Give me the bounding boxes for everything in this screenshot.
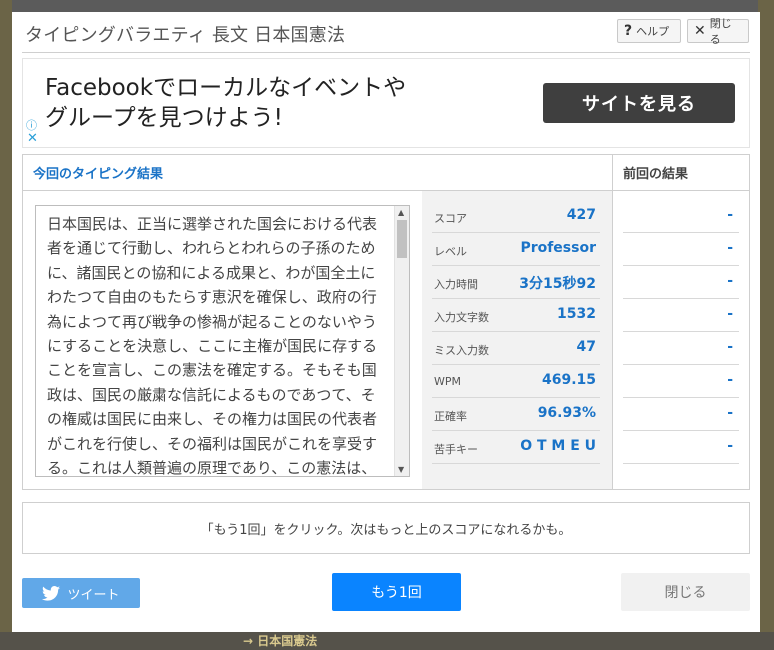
previous-row-time: -	[623, 266, 739, 299]
previous-row-level: -	[623, 233, 739, 266]
dialog-title: タイピングバラエティ 長文 日本国憲法	[25, 25, 346, 46]
ad-text-line2: グループを見つけよう!	[45, 105, 283, 131]
help-button-label: ヘルプ	[636, 25, 670, 38]
stat-row-level: レベル Professor	[432, 233, 600, 266]
close-top-button-label: 閉じる	[709, 17, 732, 46]
background-link: → 日本国憲法	[243, 634, 318, 648]
previous-results-header: 前回の結果	[612, 155, 749, 191]
stat-value: 47	[576, 339, 596, 355]
scroll-thumb[interactable]	[397, 220, 407, 258]
close-top-button[interactable]: ✕ 閉じる	[687, 17, 749, 46]
question-icon: ?	[624, 23, 633, 39]
scroll-up-arrow-icon[interactable]: ▲	[398, 208, 404, 217]
stat-label: ミス入力数	[434, 344, 489, 357]
previous-row-accuracy: -	[623, 398, 739, 431]
previous-value: -	[727, 405, 733, 421]
scroll-down-arrow-icon[interactable]: ▼	[398, 465, 404, 474]
background-page-right	[758, 0, 774, 650]
previous-row-weak-keys: -	[623, 431, 739, 464]
dialog-header: タイピングバラエティ 長文 日本国憲法 ? ヘルプ ✕ 閉じる	[12, 12, 760, 52]
typed-text-content: 日本国民は、正当に選挙された国会における代表 者を通じて行動し、われらとわれらの…	[47, 215, 378, 477]
stat-row-wpm: WPM 469.15	[432, 365, 600, 398]
stat-value: Professor	[520, 240, 596, 256]
header-divider	[22, 52, 750, 53]
typed-text-area: 日本国民は、正当に選挙された国会における代表 者を通じて行動し、われらとわれらの…	[23, 191, 422, 489]
current-results-header: 今回のタイピング結果	[23, 155, 612, 191]
stat-label: 入力文字数	[434, 311, 489, 324]
stat-value: 469.15	[541, 372, 596, 388]
stat-value: 1532	[557, 306, 596, 322]
stat-row-accuracy: 正確率 96.93%	[432, 398, 600, 431]
previous-row-char-count: -	[623, 299, 739, 332]
stat-row-char-count: 入力文字数 1532	[432, 299, 600, 332]
previous-row-miss-count: -	[623, 332, 739, 365]
result-dialog: タイピングバラエティ 長文 日本国憲法 ? ヘルプ ✕ 閉じる Facebook…	[12, 12, 760, 632]
stat-row-time: 入力時間 3分15秒92	[432, 266, 600, 299]
ad-visit-button[interactable]: サイトを見る	[543, 83, 735, 123]
ad-banner[interactable]: Facebookでローカルなイベントや グループを見つけよう! サイトを見る ⓘ…	[22, 58, 750, 148]
background-page-left	[0, 0, 12, 650]
tweet-button[interactable]: ツイート	[22, 578, 140, 608]
stat-label: レベル	[434, 245, 467, 258]
previous-results-heading: 前回の結果	[623, 167, 689, 182]
help-button[interactable]: ? ヘルプ	[617, 19, 681, 43]
previous-value: -	[727, 438, 733, 454]
ad-close-icon[interactable]: ✕	[27, 131, 38, 146]
stat-value: O T M E U	[520, 438, 596, 454]
background-page-bottom: → 日本国憲法	[0, 632, 774, 650]
stat-value: 96.93%	[537, 405, 596, 421]
stat-value: 427	[566, 207, 596, 223]
results-panel: 今回のタイピング結果 前回の結果 日本国民は、正当に選挙された国会における代表 …	[22, 154, 750, 490]
close-button[interactable]: 閉じる	[621, 573, 750, 611]
previous-value: -	[727, 306, 733, 322]
previous-row-wpm: -	[623, 365, 739, 398]
stat-label: WPM	[434, 375, 462, 388]
previous-value: -	[727, 372, 733, 388]
stat-value: 3分15秒92	[519, 276, 596, 292]
stat-label: スコア	[434, 212, 467, 225]
typed-text-box[interactable]: 日本国民は、正当に選挙された国会における代表 者を通じて行動し、われらとわれらの…	[35, 205, 410, 477]
current-results-heading: 今回のタイピング結果	[33, 167, 164, 182]
close-icon: ✕	[694, 23, 706, 39]
stat-label: 正確率	[434, 410, 467, 423]
previous-value: -	[727, 273, 733, 289]
previous-row-score: -	[623, 200, 739, 233]
stat-row-weak-keys: 苦手キー O T M E U	[432, 431, 600, 464]
stats-list: スコア 427 レベル Professor 入力時間 3分15秒92 入力文字数…	[422, 191, 612, 489]
twitter-bird-icon	[42, 585, 61, 601]
ad-text-line1: Facebookでローカルなイベントや	[45, 75, 407, 101]
text-scrollbar[interactable]: ▲ ▼	[394, 206, 409, 476]
tweet-button-label: ツイート	[67, 587, 120, 603]
stat-row-miss-count: ミス入力数 47	[432, 332, 600, 365]
stat-label: 入力時間	[434, 278, 478, 291]
previous-value: -	[727, 207, 733, 223]
ad-text: Facebookでローカルなイベントや グループを見つけよう!	[45, 73, 406, 133]
retry-button[interactable]: もう1回	[332, 573, 461, 611]
stat-label: 苦手キー	[434, 443, 478, 456]
previous-value: -	[727, 240, 733, 256]
previous-value: -	[727, 339, 733, 355]
previous-results-list: - - - - - - - -	[612, 191, 749, 489]
stat-row-score: スコア 427	[432, 200, 600, 233]
encouragement-message: 「もう1回」をクリック。次はもっと上のスコアになれるかも。	[22, 502, 750, 554]
